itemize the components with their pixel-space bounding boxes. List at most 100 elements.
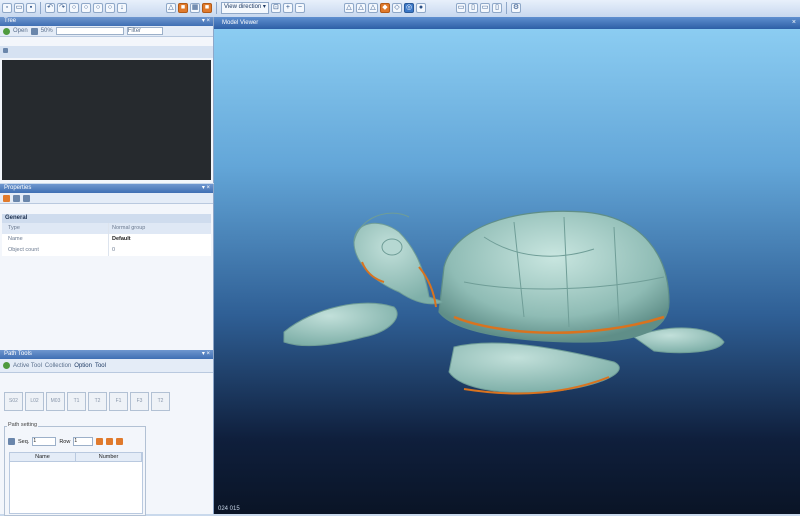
separator <box>506 2 507 14</box>
view-wire-icon[interactable]: ◎ <box>404 3 414 13</box>
property-value: Normal group <box>108 223 211 234</box>
zoom-icon[interactable] <box>30 27 38 35</box>
path-table[interactable]: Name Number <box>9 452 143 514</box>
redo-icon[interactable]: ↷ <box>57 3 67 13</box>
path-setting-group: Path setting Seq. 1 Row 1 Name Number <box>4 422 146 516</box>
view-tools: △ △ △ ◆ ◇ ◎ ● <box>344 2 426 14</box>
tree-root-row[interactable] <box>0 46 213 58</box>
view-iso-icon[interactable]: ◆ <box>380 3 390 13</box>
view-top-icon[interactable]: △ <box>344 3 354 13</box>
row-input[interactable]: 1 <box>73 437 94 446</box>
path-icon <box>8 438 15 445</box>
pages-icon[interactable] <box>23 194 30 202</box>
new-icon[interactable]: ▫ <box>2 3 12 13</box>
path-setting-controls: Seq. 1 Row 1 <box>8 437 124 446</box>
path-table-header: Name Number <box>10 453 142 462</box>
collection-button[interactable]: Collection <box>45 363 71 369</box>
file-tools: ▫ ▭ ▪ ↶ ↷ ○ ○ ○ ○ ↓ <box>2 2 127 14</box>
save-icon[interactable]: ▪ <box>26 3 36 13</box>
property-value: Default <box>108 234 211 245</box>
shade-icon[interactable]: ■ <box>202 3 212 13</box>
properties-panel: Properties ▾ × General Type Normal group… <box>0 184 214 350</box>
separator <box>40 2 41 14</box>
option-button[interactable]: Option <box>74 363 92 369</box>
refresh-icon[interactable] <box>3 27 10 35</box>
panel-pin-close-icon[interactable]: ▾ × <box>202 350 210 359</box>
property-grid: General Type Normal group Name Default O… <box>2 214 211 256</box>
view-front-icon[interactable]: △ <box>356 3 366 13</box>
tree-panel-title: Tree ▾ × <box>0 17 213 26</box>
tool-button[interactable]: Tool <box>95 363 106 369</box>
model-viewer[interactable]: Model Viewer × 024 015 <box>214 17 800 514</box>
tool-e-icon[interactable]: ↓ <box>117 3 127 13</box>
property-key: Object count <box>8 247 39 253</box>
main-toolbar: ▫ ▭ ▪ ↶ ↷ ○ ○ ○ ○ ↓ △ ■ ▦ ■ View directi… <box>0 0 800 18</box>
filter-field[interactable]: Filter <box>126 27 163 35</box>
property-row[interactable]: Type Normal group <box>2 223 211 234</box>
tree-title: Tree <box>4 18 17 24</box>
layout-4-icon[interactable]: ▯ <box>492 3 502 13</box>
tool-c-icon[interactable]: ○ <box>93 3 103 13</box>
step-button[interactable]: M03 <box>46 392 65 411</box>
zoom-out-icon[interactable]: − <box>294 3 305 13</box>
seq-input[interactable]: 1 <box>32 437 57 446</box>
tree-view[interactable] <box>2 60 211 180</box>
property-key: Name <box>8 236 23 242</box>
property-row[interactable]: Name Default <box>2 234 211 245</box>
row-label: Row <box>59 438 71 445</box>
step-button[interactable]: T2 <box>151 392 170 411</box>
seq-label: Seq. <box>18 438 30 445</box>
add-icon[interactable] <box>96 438 104 445</box>
view-direction-dropdown[interactable]: View direction ▾ <box>221 2 269 14</box>
view-direction-label: View direction <box>224 4 262 10</box>
property-group-general[interactable]: General <box>2 214 211 223</box>
tool-a-icon[interactable]: ○ <box>69 3 79 13</box>
fit-icon[interactable]: ⊡ <box>270 3 281 13</box>
layout-tools: ▭ ▯ ▭ ▯ ⚙ <box>456 2 521 14</box>
property-value: 0 <box>108 245 211 256</box>
tool-d-icon[interactable]: ○ <box>105 3 115 13</box>
edit-icon[interactable] <box>116 438 124 445</box>
panel-pin-close-icon[interactable]: ▾ × <box>202 184 210 193</box>
properties-title: Properties <box>4 185 32 191</box>
step-button[interactable]: L02 <box>25 392 44 411</box>
grid-icon[interactable]: ▦ <box>190 3 200 13</box>
step-button[interactable]: F1 <box>109 392 128 411</box>
step-button[interactable]: T2 <box>88 392 107 411</box>
scale-label: 50% <box>40 28 53 34</box>
col-number[interactable]: Number <box>76 453 142 461</box>
active-tool-button[interactable]: Active Tool <box>13 363 42 369</box>
path-panel-title: Path Tools ▾ × <box>0 350 213 359</box>
col-name[interactable]: Name <box>10 453 76 461</box>
render-icon[interactable]: △ <box>166 3 176 13</box>
step-button[interactable]: S02 <box>4 392 23 411</box>
render-tools: △ ■ ▦ ■ View direction ▾ ⊡ + − <box>166 2 305 14</box>
layout-2-icon[interactable]: ▯ <box>468 3 478 13</box>
filter-value: Filter <box>127 28 142 34</box>
property-row[interactable]: Object count 0 <box>2 245 211 256</box>
turtle-model[interactable] <box>214 17 800 514</box>
step-button[interactable]: F3 <box>130 392 149 411</box>
panel-pin-close-icon[interactable]: ▾ × <box>202 17 210 26</box>
open-icon[interactable]: ▭ <box>14 3 24 13</box>
play-icon[interactable] <box>3 362 10 369</box>
categorized-icon[interactable] <box>3 194 10 202</box>
view-persp-icon[interactable]: ◇ <box>392 3 402 13</box>
step-buttons: S02 L02 M03 T1 T2 F1 F3 T2 <box>4 392 170 411</box>
scale-slider[interactable] <box>55 27 124 35</box>
step-button[interactable]: T1 <box>67 392 86 411</box>
zoom-in-icon[interactable]: + <box>282 3 293 13</box>
view-side-icon[interactable]: △ <box>368 3 378 13</box>
properties-toolbar <box>0 193 213 204</box>
tool-b-icon[interactable]: ○ <box>81 3 91 13</box>
layout-1-icon[interactable]: ▭ <box>456 3 466 13</box>
tree-panel: Tree ▾ × Open 50% Filter <box>0 17 214 183</box>
sort-icon[interactable] <box>13 194 20 202</box>
undo-icon[interactable]: ↶ <box>45 3 55 13</box>
remove-icon[interactable] <box>106 438 114 445</box>
layout-3-icon[interactable]: ▭ <box>480 3 490 13</box>
open-label[interactable]: Open <box>13 28 28 34</box>
settings-icon[interactable]: ⚙ <box>511 3 521 13</box>
view-solid-icon[interactable]: ● <box>416 3 426 13</box>
color-icon[interactable]: ■ <box>178 3 188 13</box>
